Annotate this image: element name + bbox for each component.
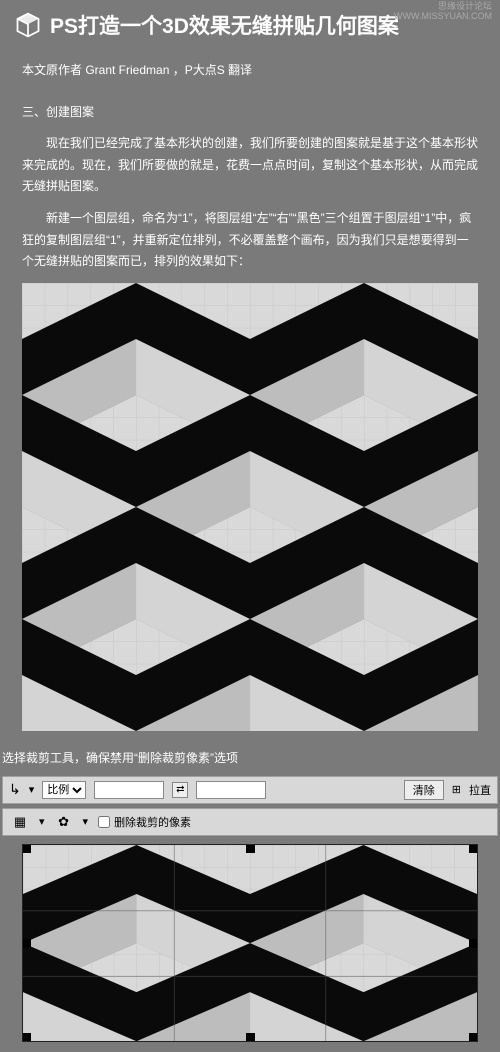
swap-icon[interactable]: ⇄ — [172, 782, 188, 798]
ratio-height-input[interactable] — [196, 781, 266, 799]
watermark: 思缘设计论坛 WWW.MISSYUAN.COM — [394, 2, 492, 22]
watermark-text-2: WWW.MISSYUAN.COM — [394, 12, 492, 22]
straighten-label: 拉直 — [469, 782, 491, 798]
delete-pixels-label: 删除裁剪的像素 — [114, 814, 191, 830]
paragraph-2: 新建一个图层组，命名为“1”，将图层组“左”“右”“黑色”三个组置于图层组“1”… — [22, 208, 478, 273]
figure-crop-preview[interactable] — [22, 844, 478, 1042]
dropdown-arrow-icon[interactable]: ▾ — [39, 815, 45, 828]
article-body: 本文原作者 Grant Friedman ，P大点S 翻译 三、创建图案 现在我… — [0, 60, 500, 273]
delete-pixels-option[interactable]: 删除裁剪的像素 — [98, 814, 191, 830]
straighten-icon[interactable]: ⊞ — [452, 783, 461, 796]
figure-caption-crop: 选择裁剪工具，确保禁用“删除裁剪像素”选项 — [2, 741, 500, 772]
gear-icon[interactable]: ✿ — [55, 813, 73, 831]
page-header: PS打造一个3D效果无缝拼贴几何图案 思缘设计论坛 WWW.MISSYUAN.C… — [0, 0, 500, 44]
dropdown-arrow-icon[interactable]: ▾ — [29, 783, 35, 796]
clear-button[interactable]: 清除 — [404, 780, 444, 800]
crop-options-bar: ↳ ▾ 比例 ⇄ 清除 ⊞ 拉直 — [2, 776, 498, 804]
figure-pattern-large — [22, 283, 478, 731]
author-line: 本文原作者 Grant Friedman ，P大点S 翻译 — [22, 60, 478, 82]
crop-handle-l[interactable] — [22, 939, 31, 948]
section-heading: 三、创建图案 — [22, 102, 478, 124]
ratio-select[interactable]: 比例 — [42, 781, 86, 799]
ps-logo-icon — [14, 11, 42, 39]
crop-handle-bl[interactable] — [22, 1033, 31, 1042]
crop-options-bar-2: ▦ ▾ ✿ ▾ 删除裁剪的像素 — [2, 808, 498, 836]
delete-pixels-checkbox[interactable] — [98, 816, 110, 828]
overlay-grid-icon[interactable]: ▦ — [11, 813, 29, 831]
crop-handle-tr[interactable] — [469, 844, 478, 853]
crop-handle-t[interactable] — [246, 844, 255, 853]
paragraph-1: 现在我们已经完成了基本形状的创建，我们所要创建的图案就是基于这个基本形状来完成的… — [22, 133, 478, 198]
dropdown-arrow-icon[interactable]: ▾ — [83, 815, 89, 828]
page-title: PS打造一个3D效果无缝拼贴几何图案 — [50, 10, 399, 40]
crop-handle-b[interactable] — [246, 1033, 255, 1042]
ratio-width-input[interactable] — [94, 781, 164, 799]
crop-handle-tl[interactable] — [22, 844, 31, 853]
crop-handle-r[interactable] — [469, 939, 478, 948]
crop-handle-br[interactable] — [469, 1033, 478, 1042]
crop-tool-icon[interactable]: ↳ — [9, 781, 21, 798]
